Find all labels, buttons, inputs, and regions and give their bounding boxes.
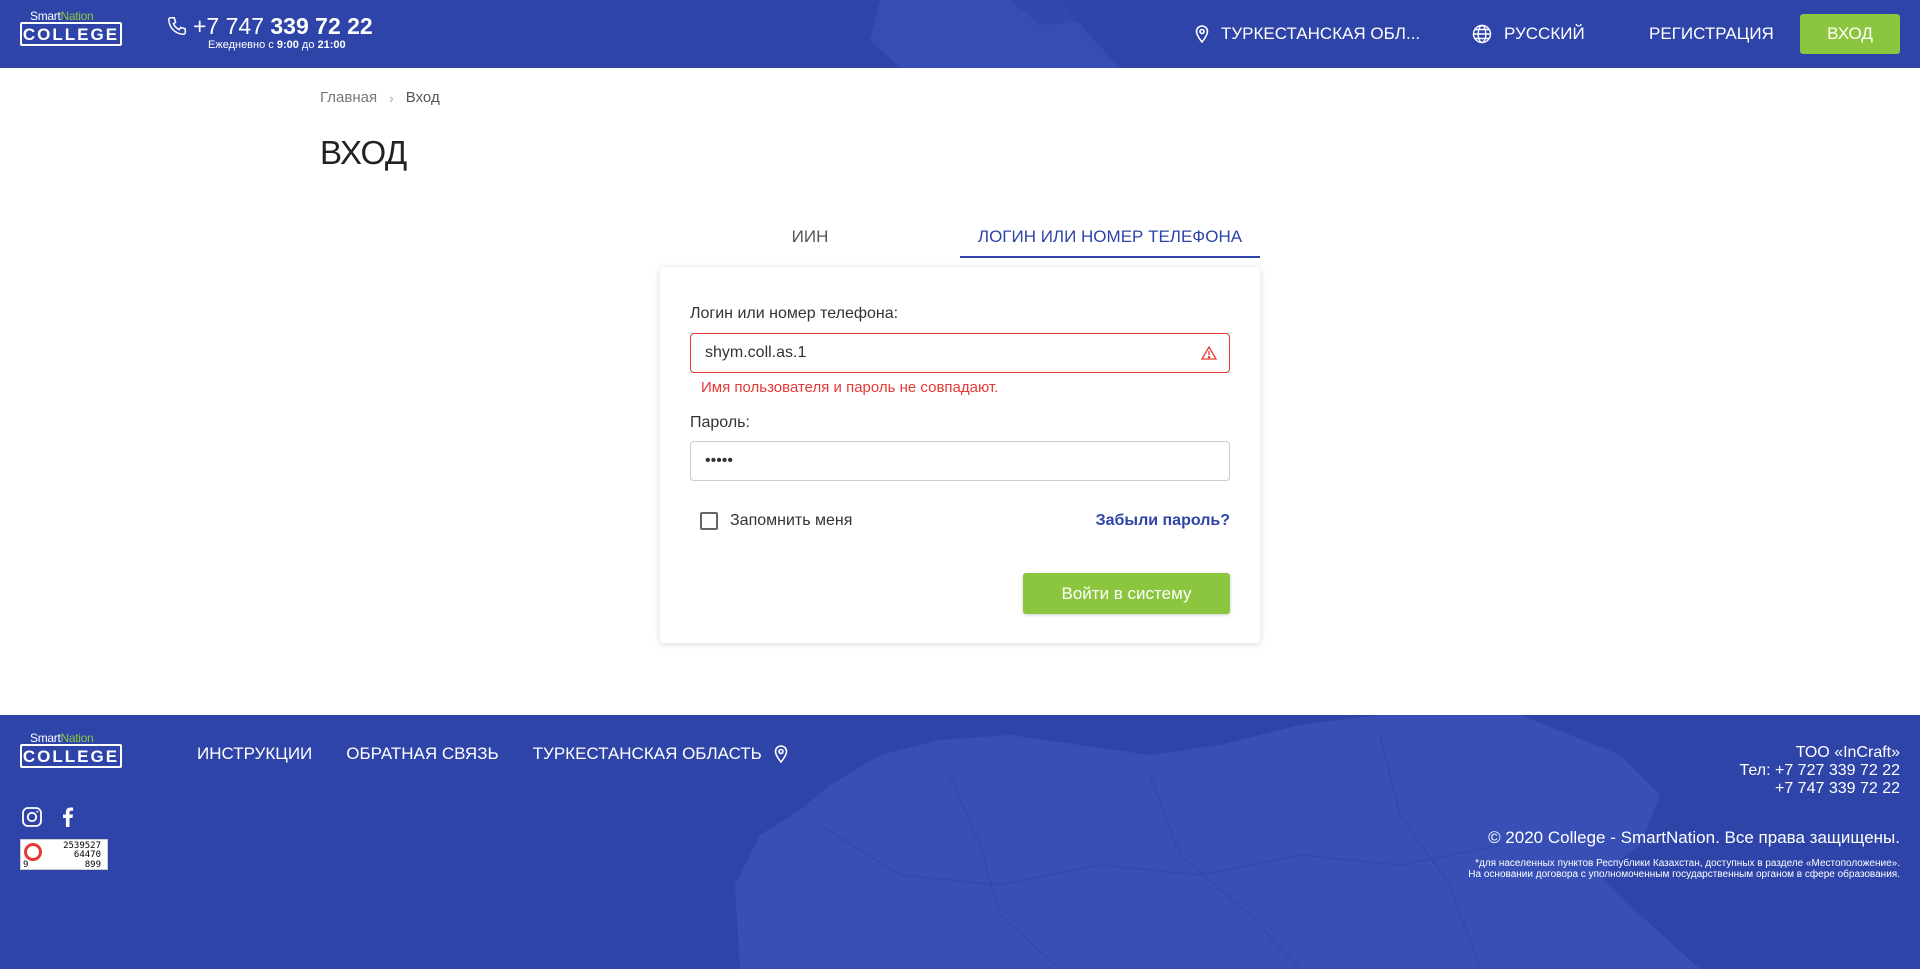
register-label: РЕГИСТРАЦИЯ (1649, 24, 1774, 43)
counter-value: 9 (23, 860, 29, 870)
language-label: РУССКИЙ (1504, 24, 1585, 43)
submit-login-label: Войти в систему (1061, 583, 1192, 603)
header-login-button[interactable]: ВХОД (1800, 14, 1900, 54)
footnote-1: *для населенных пунктов Республики Казах… (1475, 858, 1900, 869)
copyright: © 2020 College - SmartNation. Все права … (1488, 828, 1900, 847)
region-selector[interactable]: ТУРКЕСТАНСКАЯ ОБЛ... (1195, 22, 1420, 46)
globe-icon (1472, 24, 1492, 44)
footer-link-instructions[interactable]: ИНСТРУКЦИИ (197, 744, 312, 764)
counter-value: 899 (84, 860, 101, 870)
footer-logo[interactable]: SmartNation COLLEGE (20, 732, 122, 769)
social-links (21, 806, 93, 828)
facebook-icon[interactable] (57, 806, 79, 828)
language-selector[interactable]: РУССКИЙ (1472, 22, 1585, 46)
header-login-label: ВХОД (1827, 24, 1873, 43)
breadcrumb-home[interactable]: Главная (320, 89, 377, 106)
location-pin-icon (1195, 25, 1209, 43)
password-field-label: Пароль: (690, 414, 750, 431)
working-hours: Ежедневно с 9:00 до 21:00 (208, 39, 346, 51)
register-link[interactable]: РЕГИСТРАЦИЯ (1649, 22, 1774, 46)
breadcrumb: Главная › Вход (320, 89, 440, 106)
tab-iin[interactable]: ИИН (660, 222, 960, 258)
breadcrumb-current: Вход (405, 89, 440, 106)
login-input[interactable]: shym.coll.as.1 (690, 333, 1230, 373)
visit-counter[interactable]: 2539527 64470 9 899 (20, 839, 108, 870)
submit-login-button[interactable]: Войти в систему (1023, 573, 1230, 614)
warning-icon (1201, 345, 1217, 360)
login-field-label: Логин или номер телефона: (690, 305, 899, 322)
company-phone-2[interactable]: +7 747 339 72 22 (1468, 780, 1900, 798)
footer-nav: ИНСТРУКЦИИ ОБРАТНАЯ СВЯЗЬ ТУРКЕСТАНСКАЯ … (197, 744, 788, 764)
footnote-2: На основании договора с уполномоченным г… (1468, 869, 1900, 880)
remember-checkbox[interactable] (700, 512, 718, 530)
login-error-message: Имя пользователя и пароль не совпадают. (701, 379, 999, 396)
footer-region-label: ТУРКЕСТАНСКАЯ ОБЛАСТЬ (532, 744, 762, 763)
site-logo[interactable]: SmartNation COLLEGE (20, 10, 122, 47)
password-input[interactable]: ••••• (690, 441, 1230, 481)
chevron-right-icon: › (389, 89, 394, 106)
login-form-card: Логин или номер телефона: shym.coll.as.1… (660, 267, 1260, 643)
page-title: ВХОД (320, 134, 407, 171)
footer-region-selector[interactable]: ТУРКЕСТАНСКАЯ ОБЛАСТЬ (533, 744, 788, 764)
region-label: ТУРКЕСТАНСКАЯ ОБЛ... (1221, 24, 1421, 43)
remember-me[interactable]: Запомнить меня (700, 512, 852, 530)
counter-logo-icon (24, 843, 42, 861)
logo-box: COLLEGE (20, 22, 122, 46)
login-input-value: shym.coll.as.1 (705, 344, 807, 361)
company-name: ТОО «InCraft» (1795, 744, 1900, 761)
footer-link-feedback[interactable]: ОБРАТНАЯ СВЯЗЬ (346, 744, 498, 764)
password-input-value: ••••• (705, 452, 734, 469)
footer-logo-box: COLLEGE (20, 744, 122, 768)
phone-number: +7 747 339 72 22 (193, 13, 373, 39)
location-pin-icon (774, 745, 788, 763)
site-footer: SmartNation COLLEGE ИНСТРУКЦИИ ОБРАТНАЯ … (0, 715, 1920, 969)
site-header: SmartNation COLLEGE +7 747 339 72 22 Еже… (0, 0, 1920, 68)
login-method-tabs: ИИН ЛОГИН ИЛИ НОМЕР ТЕЛЕФОНА (660, 222, 1260, 258)
phone-icon (168, 17, 186, 35)
instagram-icon[interactable] (21, 806, 43, 828)
forgot-password-link[interactable]: Забыли пароль? (1096, 512, 1230, 530)
tab-login-phone[interactable]: ЛОГИН ИЛИ НОМЕР ТЕЛЕФОНА (960, 222, 1260, 258)
footer-company-info: ТОО «InCraft» Тел: +7 727 339 72 22 +7 7… (1468, 744, 1900, 880)
counter-value: 64470 (73, 850, 101, 860)
company-phone-1[interactable]: Тел: +7 727 339 72 22 (1468, 762, 1900, 780)
remember-label: Запомнить меня (730, 512, 853, 529)
